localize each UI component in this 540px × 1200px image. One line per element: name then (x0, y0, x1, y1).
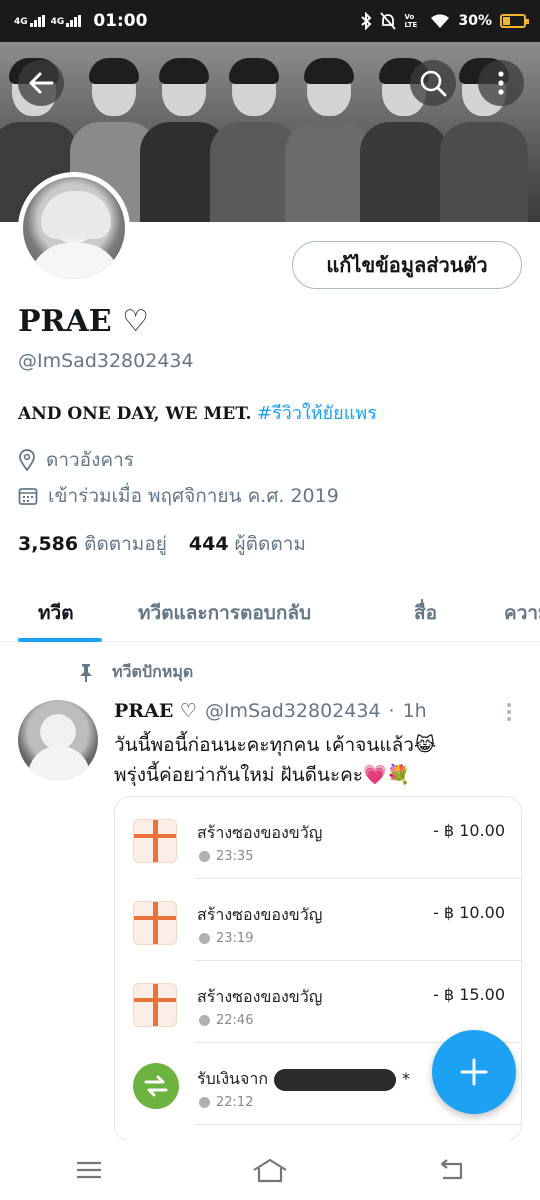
network-type: 4G (14, 17, 28, 27)
tweet-text-line-1: วันนี้พอนี้ก่อนนะคะทุกคน เค้าจนแล้ว😹 (114, 734, 437, 756)
system-nav-bar (0, 1140, 540, 1200)
transaction-row: สร้างซองของขวัญ 22:46 - ฿ 15.00 (115, 961, 521, 1043)
signal-icon-2: 4G (51, 15, 82, 27)
clock-icon (199, 933, 210, 944)
clock-icon (199, 1097, 210, 1108)
transaction-title-suffix: * (402, 1069, 411, 1088)
network-type-2: 4G (50, 17, 65, 27)
tweet-dot: · (388, 700, 395, 722)
transaction-title: สร้างซองของขวัญ (197, 905, 323, 924)
transaction-amount: - ฿ 10.00 (433, 821, 505, 840)
search-icon (420, 70, 447, 97)
transaction-time-text: 23:35 (216, 849, 254, 864)
tab-likes[interactable]: ความ (504, 598, 540, 628)
status-bar: 4G 4G 01:00 Vo LTE 30% (0, 0, 540, 42)
transaction-time: 22:12 (199, 1095, 253, 1110)
menu-icon[interactable] (75, 1160, 103, 1180)
tab-tweets[interactable]: ทวีต (38, 598, 74, 628)
gift-icon (133, 983, 177, 1027)
signal-icon: 4G (14, 15, 45, 27)
calendar-icon (18, 488, 38, 505)
tweet-text: วันนี้พอนี้ก่อนนะคะทุกคน เค้าจนแล้ว😹 พรุ… (114, 730, 436, 790)
followers-label: ผู้ติดตาม (234, 533, 306, 555)
location-pin-icon (19, 449, 35, 471)
tweet-author-name[interactable]: PRAE ♡ (114, 700, 197, 722)
tweet-text-line-2: พรุ่งนี้ค่อยว่ากันใหม่ ฝันดีนะคะ💗💐 (114, 764, 411, 786)
transaction-time-text: 22:12 (216, 1095, 254, 1110)
back-button[interactable] (18, 60, 64, 106)
transaction-title: สร้างซองของขวัญ (197, 987, 323, 1006)
bluetooth-icon (361, 12, 372, 30)
profile-name: PRAE ♡ (18, 304, 149, 339)
mute-bell-icon (380, 12, 397, 30)
more-vertical-icon (507, 703, 511, 721)
profile-tabs: ทวีต ทวีตและการตอบกลับ สื่อ ความ (0, 580, 540, 642)
gift-icon (133, 901, 177, 945)
joined-text: เข้าร่วมเมื่อ พฤศจิกายน ค.ศ. 2019 (48, 485, 339, 507)
transaction-row: สร้างซองของขวัญ 23:19 - ฿ 10.00 (115, 879, 521, 961)
plus-icon (460, 1058, 488, 1086)
clock-icon (199, 1015, 210, 1026)
tweet-options-button[interactable] (506, 702, 512, 726)
clock-icon (199, 851, 210, 862)
transaction-time-text: 23:19 (216, 931, 254, 946)
active-tab-indicator (18, 638, 102, 642)
followers-count: 444 (188, 533, 229, 555)
following-link[interactable]: 3,586 ติดตามอยู่ (18, 529, 167, 559)
tweet-avatar[interactable] (18, 700, 98, 780)
profile-avatar[interactable] (18, 172, 130, 284)
profile-joined: เข้าร่วมเมื่อ พฤศจิกายน ค.ศ. 2019 (18, 481, 339, 511)
volte-label: Vo LTE (404, 13, 418, 29)
transaction-time: 23:19 (199, 931, 253, 946)
arrow-left-icon (29, 72, 54, 94)
transaction-amount: - ฿ 15.00 (433, 985, 505, 1004)
pinned-label: ทวีตปักหมุด (112, 662, 194, 681)
transaction-time: 23:35 (199, 849, 253, 864)
followers-link[interactable]: 444 ผู้ติดตาม (189, 529, 306, 559)
back-nav-icon[interactable] (437, 1158, 465, 1182)
redacted-name (274, 1068, 397, 1091)
transaction-title: รับเงินจาก * (197, 1067, 410, 1092)
transaction-time: 22:46 (199, 1013, 253, 1028)
bio-hashtag-link[interactable]: #รีวิวให้ยัยแพร (257, 403, 377, 424)
transaction-title-text: รับเงินจาก (197, 1069, 269, 1088)
clock-time: 01:00 (93, 11, 148, 31)
transaction-title: สร้างซองของขวัญ (197, 823, 323, 842)
wifi-icon (431, 14, 450, 28)
profile-bio: AND ONE DAY, WE MET. #รีวิวให้ยัยแพร (18, 398, 377, 427)
transaction-time-text: 22:46 (216, 1013, 254, 1028)
tweet-author-handle: @ImSad32802434 (204, 700, 381, 722)
bio-text: AND ONE DAY, WE MET. (18, 404, 252, 424)
following-count: 3,586 (18, 533, 79, 555)
compose-tweet-button[interactable] (432, 1030, 516, 1114)
pinned-label-row: ทวีตปักหมุด (78, 660, 193, 685)
transaction-row: สร้างซองของขวัญ 23:35 - ฿ 10.00 (115, 797, 521, 879)
tab-tweets-replies[interactable]: ทวีตและการตอบกลับ (138, 598, 311, 628)
profile-location: ดาวอังคาร (18, 445, 134, 475)
transaction-amount: - ฿ 10.00 (433, 903, 505, 922)
search-button[interactable] (410, 60, 456, 106)
profile-handle: @ImSad32802434 (18, 350, 194, 372)
more-vertical-icon (498, 71, 504, 95)
home-icon[interactable] (252, 1157, 288, 1183)
tweet-time: 1h (402, 700, 427, 722)
profile-stats: 3,586 ติดตามอยู่ 444 ผู้ติดตาม (18, 529, 306, 559)
battery-percent: 30% (458, 13, 492, 29)
location-text: ดาวอังคาร (46, 449, 134, 471)
edit-profile-button[interactable]: แก้ไขข้อมูลส่วนตัว (292, 241, 522, 289)
more-options-button[interactable] (478, 60, 524, 106)
pin-icon (80, 663, 92, 682)
gift-icon (133, 819, 177, 863)
tab-media[interactable]: สื่อ (414, 598, 437, 628)
swap-icon (133, 1063, 179, 1109)
battery-icon (500, 14, 529, 28)
following-label: ติดตามอยู่ (84, 533, 167, 555)
tweet-header: PRAE ♡ @ImSad32802434 · 1h (114, 700, 427, 722)
